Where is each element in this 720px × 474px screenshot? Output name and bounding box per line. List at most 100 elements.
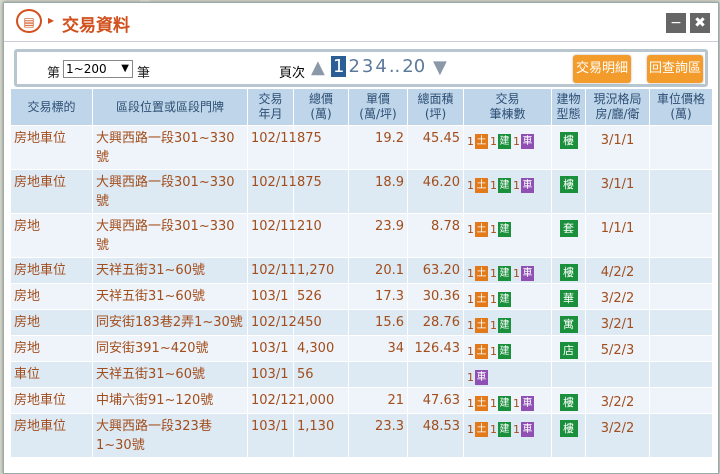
- table-row[interactable]: 房地車位 中埔六街91~120號 102/12 1,000 21 47.63 1 土 1 建 1 車樓…: [10, 387, 713, 414]
- back-to-query-button[interactable]: 回查詢區: [647, 55, 703, 83]
- land-badge-count: 1: [467, 179, 474, 192]
- cell-type: 房地車位: [10, 387, 93, 414]
- cell-building-type: 華: [551, 283, 586, 310]
- cell-unit-price: 23.9: [348, 213, 408, 258]
- page-3[interactable]: 3: [362, 56, 373, 77]
- cell-total-price: 875: [293, 169, 349, 214]
- cell-area: 48.53: [407, 413, 464, 458]
- cell-area: 126.43: [407, 335, 464, 362]
- cell-type: 房地車位: [10, 257, 93, 284]
- cell-unit-price: 21: [348, 387, 408, 414]
- cell-counts: 1土1建1車: [463, 169, 552, 214]
- car-badge: 車: [521, 266, 534, 281]
- table-row[interactable]: 車位 天祥五街31~60號 103/1 56 1 車: [10, 361, 713, 388]
- cell-unit-price: 17.3: [348, 283, 408, 310]
- cell-counts: 1土1建: [463, 309, 552, 336]
- table-row[interactable]: 房地車位 大興西路一段301~330號 102/11 875 18.9 46.20 1 土 1 建…: [10, 169, 713, 214]
- cell-building-type: [551, 361, 586, 388]
- cell-type: 房地車位: [10, 169, 93, 214]
- page-2[interactable]: 2: [348, 56, 359, 77]
- table-row[interactable]: 房地 同安街391~420號 103/1 4,300 34 126.43 1 土 1 建店 5/2/…: [10, 335, 713, 362]
- land-badge: 土: [475, 292, 488, 307]
- building-badge: 建: [498, 318, 511, 333]
- cell-area: 8.78: [407, 213, 464, 258]
- cell-unit-price: 18.9: [348, 169, 408, 214]
- cell-date: 102/11: [247, 169, 297, 214]
- page-4[interactable]: 4: [375, 56, 386, 77]
- cell-total-price: 1,130: [293, 413, 349, 458]
- car-badge-count: 1: [513, 135, 520, 148]
- cell-date: 103/1: [247, 283, 294, 310]
- building-type-badge: 樓: [559, 264, 578, 281]
- car-badge: 車: [521, 134, 534, 149]
- page-20[interactable]: 20: [402, 56, 425, 77]
- building-badge-count: 1: [490, 135, 497, 148]
- cell-total-price: 450: [293, 309, 349, 336]
- window-title: 交易資料: [62, 16, 130, 36]
- cell-type: 房地: [10, 283, 93, 310]
- range-select[interactable]: 1~200 ▼: [63, 60, 133, 78]
- land-badge-count: 1: [467, 135, 474, 148]
- prev-page-icon[interactable]: ▲: [311, 57, 325, 78]
- building-badge: 建: [498, 396, 511, 411]
- column-header: 現況格局 房/廳/衛: [585, 88, 650, 126]
- cell-total-price: 56: [293, 361, 349, 388]
- land-badge-count: 1: [467, 345, 474, 358]
- table-row[interactable]: 房地 天祥五街31~60號 103/1 526 17.3 30.36 1 土 1 建華 3/2/2: [10, 283, 713, 310]
- land-badge: 土: [475, 318, 488, 333]
- building-badge-count: 1: [490, 267, 497, 280]
- table-row[interactable]: 房地 大興西路一段301~330號 102/11 210 23.9 8.78 1 土 1 建套 1/…: [10, 213, 713, 258]
- cell-address: 同安街391~420號: [92, 335, 248, 362]
- building-type-badge: 樓: [559, 420, 578, 437]
- cell-total-price: 875: [293, 125, 349, 170]
- table-row[interactable]: 房地 同安街183巷2弄1~30號 102/12 450 15.6 28.76 1 土 1 建寓 3…: [10, 309, 713, 336]
- column-header: 區段位置或區段門牌: [92, 88, 248, 126]
- cell-car-price: [649, 283, 713, 310]
- cell-car-price: [649, 387, 713, 414]
- building-badge-count: 1: [490, 319, 497, 332]
- cell-counts: 1土1建: [463, 283, 552, 310]
- table-row[interactable]: 房地車位 天祥五街31~60號 102/11 1,270 20.1 63.20 1 土 1 建 1 車…: [10, 257, 713, 284]
- column-header: 建物 型態: [551, 88, 586, 126]
- cell-type: 房地: [10, 213, 93, 258]
- cell-car-price: [649, 213, 713, 258]
- range-prefix: 第: [47, 66, 61, 81]
- building-badge-count: 1: [490, 293, 497, 306]
- building-badge: 建: [498, 344, 511, 359]
- car-badge: 車: [521, 422, 534, 437]
- building-badge-count: 1: [490, 397, 497, 410]
- cell-address: 天祥五街31~60號: [92, 361, 248, 388]
- building-type-badge: 樓: [559, 176, 578, 193]
- cell-building-type: 樓: [551, 387, 586, 414]
- building-badge-count: 1: [490, 345, 497, 358]
- next-page-icon[interactable]: ▼: [433, 57, 447, 78]
- window-titlebar[interactable]: ▤ ▸ 交易資料 − ✖: [4, 3, 718, 42]
- minimize-button[interactable]: −: [666, 13, 686, 33]
- cell-layout: 3/1/1: [585, 125, 650, 170]
- table-row[interactable]: 房地車位 大興西路一段323巷1~30號 103/1 1,130 23.3 48.53 1 土…: [10, 413, 713, 458]
- cell-building-type: 樓: [551, 413, 586, 458]
- cell-layout: 3/1/1: [585, 169, 650, 214]
- column-header: 交易 筆棟數: [463, 88, 552, 126]
- document-icon: ▤: [16, 9, 42, 33]
- cell-type: 房地車位: [10, 413, 93, 458]
- table-row[interactable]: 房地車位 大興西路一段301~330號 102/11 875 19.2 45.45 1 土 1 建…: [10, 125, 713, 170]
- cell-car-price: [649, 309, 713, 336]
- building-badge: 建: [498, 292, 511, 307]
- cell-layout: 3/2/2: [585, 283, 650, 310]
- detail-button[interactable]: 交易明細: [573, 55, 631, 83]
- land-badge: 土: [475, 222, 488, 237]
- cell-layout: 3/2/2: [585, 413, 650, 458]
- cell-total-price: 526: [293, 283, 349, 310]
- cell-date: 102/12: [247, 309, 297, 336]
- cell-counts: 1土1建1車: [463, 387, 552, 414]
- close-button[interactable]: ✖: [690, 13, 710, 33]
- cell-date: 103/1: [247, 413, 294, 458]
- cell-car-price: [649, 335, 713, 362]
- cell-address: 大興西路一段301~330號: [92, 169, 248, 214]
- car-badge-count: 1: [513, 423, 520, 436]
- cell-building-type: 樓: [551, 125, 586, 170]
- column-header: 交易 年月: [247, 88, 294, 126]
- page-1[interactable]: 1: [331, 56, 347, 77]
- cell-date: 102/11: [247, 213, 297, 258]
